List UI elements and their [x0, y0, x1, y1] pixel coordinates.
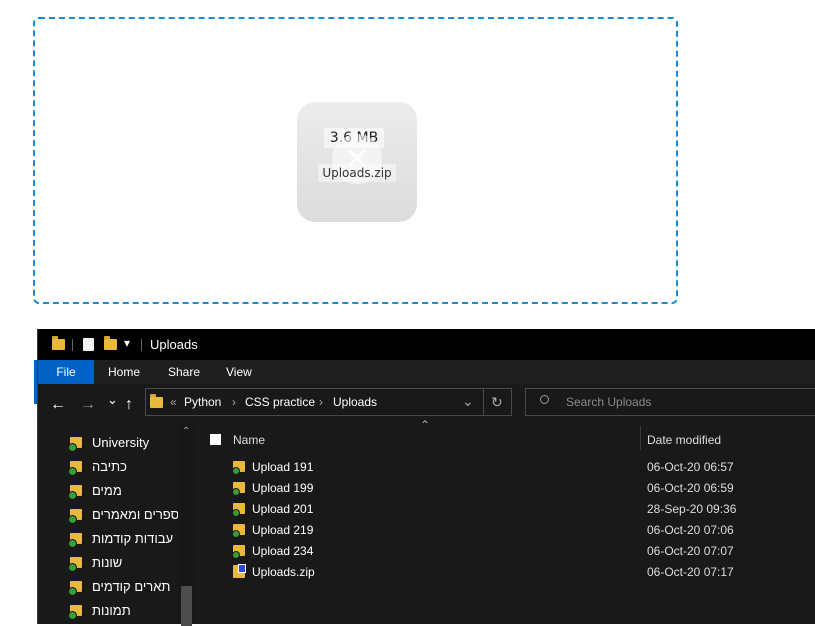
- search-placeholder[interactable]: Search Uploads: [566, 395, 651, 409]
- sort-indicator-icon: ⌃: [420, 418, 431, 432]
- file-name: Upload 199: [252, 481, 314, 495]
- tab-share[interactable]: Share: [160, 360, 208, 384]
- breadcrumb-css-practice[interactable]: CSS practice: [245, 395, 315, 409]
- up-arrow-icon[interactable]: ↑: [125, 396, 133, 414]
- nav-item-label: תארים קודמים: [92, 579, 171, 594]
- date-modified: 06-Oct-20 07:06: [647, 523, 734, 537]
- new-folder-icon[interactable]: [104, 336, 117, 350]
- folder-icon: [150, 394, 163, 408]
- column-header-name[interactable]: Name: [233, 433, 265, 447]
- overflow-icon[interactable]: «: [170, 395, 177, 409]
- ribbon-tabs: File Home Share View: [38, 360, 815, 384]
- nav-scrollbar[interactable]: ⌃: [178, 424, 195, 626]
- refresh-icon[interactable]: ↻: [491, 394, 503, 411]
- table-row[interactable]: Upload 199 06-Oct-20 06:59: [196, 478, 815, 499]
- file-name: Upload 234: [252, 544, 314, 558]
- folder-icon: [68, 557, 82, 572]
- folder-icon: [232, 524, 245, 538]
- zip-file-icon: [233, 564, 246, 578]
- folder-icon: [68, 509, 82, 524]
- file-list: ⌃ Name Date modified Upload 191 06-Oct-2…: [196, 418, 815, 624]
- nav-item-label: כתיבה: [92, 459, 127, 474]
- table-row[interactable]: Upload 201 28-Sep-20 09:36: [196, 499, 815, 520]
- window-title: Uploads: [150, 337, 198, 352]
- table-row[interactable]: Uploads.zip 06-Oct-20 07:17: [196, 562, 815, 583]
- file-name: Upload 191: [252, 460, 314, 474]
- date-modified: 28-Sep-20 09:36: [647, 502, 737, 516]
- folder-icon: [68, 533, 82, 548]
- file-name: Uploads.zip: [252, 565, 315, 579]
- customize-icon[interactable]: ▾: [124, 336, 130, 350]
- address-dropdown-icon[interactable]: ⌄: [462, 393, 474, 410]
- folder-icon: [232, 503, 245, 517]
- column-header-date[interactable]: Date modified: [647, 433, 721, 447]
- date-modified: 06-Oct-20 06:57: [647, 460, 734, 474]
- separator: [483, 389, 484, 415]
- file-name: Upload 219: [252, 523, 314, 537]
- date-modified: 06-Oct-20 07:07: [647, 544, 734, 558]
- table-row[interactable]: Upload 219 06-Oct-20 07:06: [196, 520, 815, 541]
- tab-home[interactable]: Home: [100, 360, 148, 384]
- forward-arrow-icon[interactable]: →: [80, 396, 96, 414]
- table-row[interactable]: Upload 191 06-Oct-20 06:57: [196, 457, 815, 478]
- folder-icon: [232, 461, 245, 475]
- separator: [72, 339, 73, 351]
- breadcrumb-uploads[interactable]: Uploads: [333, 395, 377, 409]
- scroll-thumb[interactable]: [181, 586, 192, 626]
- folder-icon: [68, 605, 82, 620]
- date-modified: 06-Oct-20 07:17: [647, 565, 734, 579]
- nav-item-label: University: [92, 435, 150, 450]
- search-box[interactable]: Search Uploads: [525, 388, 815, 416]
- folder-icon: [68, 485, 82, 500]
- search-icon: [540, 395, 549, 404]
- date-modified: 06-Oct-20 06:59: [647, 481, 734, 495]
- nav-item-label: ממים: [92, 483, 122, 498]
- folder-icon: [68, 581, 82, 596]
- folder-icon: [52, 336, 65, 350]
- nav-item-label: ספרים ומאמרים: [92, 507, 180, 522]
- tab-view[interactable]: View: [218, 360, 260, 384]
- chevron-right-icon: ›: [232, 395, 236, 409]
- scroll-up-icon[interactable]: ⌃: [182, 426, 190, 437]
- nav-item-label: עבודות קודמות: [92, 531, 174, 546]
- title-bar: ▾ Uploads: [38, 329, 815, 360]
- file-explorer-window: ▾ Uploads File Home Share View ← → ⌄ ↑ «…: [37, 329, 815, 626]
- address-bar[interactable]: « Python › CSS practice › Uploads ⌄ ↻: [145, 388, 512, 416]
- properties-icon[interactable]: [83, 338, 94, 351]
- separator: [141, 339, 142, 351]
- recent-locations-icon[interactable]: ⌄: [107, 392, 118, 408]
- select-all-checkbox[interactable]: [210, 434, 221, 445]
- navigation-pane: University כתיבה ממים ספרים ומאמרים עבוד…: [38, 424, 196, 626]
- nav-item-label: תמונות: [92, 603, 131, 618]
- nav-item-label: שונות: [92, 555, 123, 570]
- back-arrow-icon[interactable]: ←: [50, 396, 66, 414]
- folder-icon: [232, 482, 245, 496]
- tab-file[interactable]: File: [38, 360, 94, 384]
- folder-icon: [68, 461, 82, 476]
- file-name: Upload 201: [252, 502, 314, 516]
- chevron-right-icon: ›: [319, 395, 323, 409]
- table-row[interactable]: Upload 234 06-Oct-20 07:07: [196, 541, 815, 562]
- file-name: Uploads.zip: [318, 164, 396, 182]
- folder-icon: [68, 437, 82, 452]
- column-divider[interactable]: [640, 426, 641, 450]
- folder-icon: [232, 545, 245, 559]
- breadcrumb-python[interactable]: Python: [184, 395, 221, 409]
